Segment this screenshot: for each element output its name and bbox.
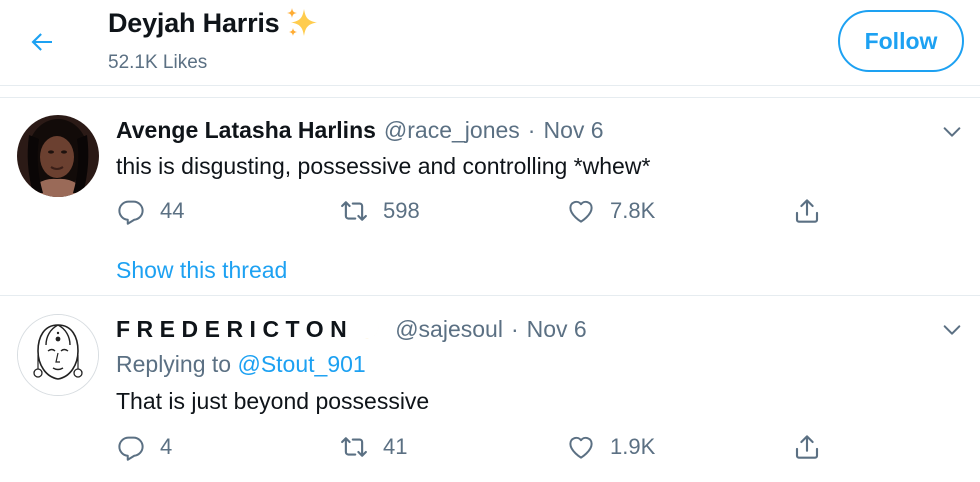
like-count: 7.8K xyxy=(610,198,656,223)
profile-name: Deyjah Harris xyxy=(108,7,280,38)
replying-prefix: Replying to xyxy=(116,351,232,377)
tweet-text: That is just beyond possessive xyxy=(116,388,430,414)
retweet-button[interactable]: 598 xyxy=(339,196,420,226)
separator-dot: · xyxy=(510,315,519,342)
tweet[interactable]: FREDERICTON @sajesoul · Nov 6 Replying t… xyxy=(0,297,980,482)
reply-button[interactable]: 4 xyxy=(116,432,172,462)
retweet-icon xyxy=(341,437,367,457)
tweet-date[interactable]: Nov 6 xyxy=(527,316,587,343)
reply-icon xyxy=(118,200,144,225)
chevron-down-icon xyxy=(943,127,961,137)
reply-icon xyxy=(118,436,144,461)
retweet-count: 598 xyxy=(383,198,420,223)
like-button[interactable]: 1.9K xyxy=(566,432,655,462)
author-handle[interactable]: @race_jones xyxy=(384,117,520,144)
likes-count: 52.1K Likes xyxy=(108,52,208,73)
mention-link[interactable]: @Stout_901 xyxy=(237,351,365,377)
tweet-header: Avenge Latasha Harlins @race_jones · Nov… xyxy=(116,117,604,144)
reply-count: 4 xyxy=(160,434,173,459)
sparkles-icon xyxy=(284,6,320,40)
author-name[interactable]: Avenge Latasha Harlins xyxy=(116,117,376,144)
tweet-text: this is disgusting, possessive and contr… xyxy=(116,153,651,179)
avatar[interactable] xyxy=(17,314,99,396)
heart-icon xyxy=(569,436,593,459)
profile-title: Deyjah Harris xyxy=(108,6,320,40)
share-button[interactable] xyxy=(792,432,822,462)
show-thread-link[interactable]: Show this thread xyxy=(116,257,287,284)
back-button[interactable] xyxy=(24,24,60,60)
replying-to: Replying to @Stout_901 xyxy=(116,351,366,378)
share-button[interactable] xyxy=(792,196,822,226)
tweet-actions: 44 598 7.8K xyxy=(0,196,980,232)
heart-icon xyxy=(569,200,593,223)
crescent-moon-icon xyxy=(355,315,383,343)
retweet-icon xyxy=(341,201,367,221)
more-options-button[interactable] xyxy=(936,314,968,346)
author-handle[interactable]: @sajesoul xyxy=(395,316,503,343)
reply-count: 44 xyxy=(160,198,185,223)
separator-dot: · xyxy=(527,117,536,143)
tweet[interactable]: Avenge Latasha Harlins @race_jones · Nov… xyxy=(0,98,980,296)
chevron-down-icon xyxy=(943,325,961,335)
avatar[interactable] xyxy=(17,115,99,197)
retweet-button[interactable]: 41 xyxy=(339,432,407,462)
reply-button[interactable]: 44 xyxy=(116,196,184,226)
like-count: 1.9K xyxy=(610,434,656,459)
more-options-button[interactable] xyxy=(936,116,968,148)
tweet-header: FREDERICTON @sajesoul · Nov 6 xyxy=(116,315,587,343)
tweet-actions: 4 41 1.9K xyxy=(0,432,980,468)
arrow-left-icon xyxy=(31,33,52,51)
tweet-date[interactable]: Nov 6 xyxy=(543,117,603,144)
author-name[interactable]: FREDERICTON xyxy=(116,316,353,343)
share-icon xyxy=(795,199,819,223)
follow-button[interactable]: Follow xyxy=(838,10,964,72)
profile-header: Deyjah Harris 52.1K Likes Follow xyxy=(0,0,980,86)
like-button[interactable]: 7.8K xyxy=(566,196,655,226)
share-icon xyxy=(795,435,819,459)
retweet-count: 41 xyxy=(383,434,408,459)
